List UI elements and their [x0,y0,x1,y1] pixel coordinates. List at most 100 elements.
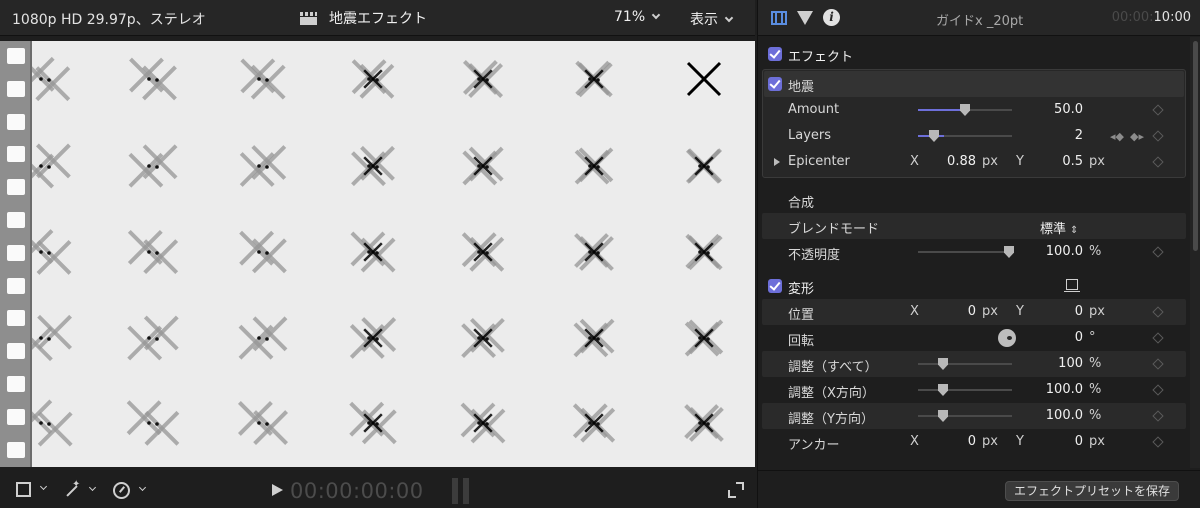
compositing-header[interactable]: 合成 [758,187,1190,213]
scale-y-value[interactable]: 100.0 [1028,408,1083,423]
transform-tool-menu[interactable] [16,482,48,497]
scale-x-value[interactable]: 100.0 [1028,382,1083,397]
scale-y-label: 調整（Y方向） [788,412,874,427]
play-icon[interactable] [272,484,283,496]
keyframe-icon[interactable] [1152,436,1164,448]
anchor-y-unit: px [1089,434,1105,449]
duration-bright: 10:00 [1153,10,1191,25]
guide-x-mark [240,58,286,100]
keyframe-icon[interactable] [1152,384,1164,396]
scale-all-unit: % [1089,356,1102,371]
guide-x-mark [239,145,287,187]
inspector-scrollbar[interactable] [1190,37,1200,468]
clip-duration: 00:00:10:00 [1112,10,1191,25]
viewer: 1080p HD 29.97p、ステレオ 地震エフェクト 71% 表示 ✦ 00… [0,0,755,508]
guide-x-mark [351,59,395,99]
layers-value[interactable]: 2 [1028,128,1083,143]
epicenter-x-value[interactable]: 0.88 [928,154,976,169]
film-hole [7,376,25,392]
amount-slider[interactable] [918,104,1012,116]
scale-y-slider[interactable] [918,410,1012,422]
guide-x-mark [574,233,614,271]
project-title: 地震エフェクト [329,11,427,27]
rotation-dial-icon[interactable] [998,329,1016,347]
transform-onscreen-icon[interactable] [1064,279,1080,292]
viewer-header: 1080p HD 29.97p、ステレオ 地震エフェクト 71% 表示 [0,0,755,36]
scale-all-slider[interactable] [918,358,1012,370]
viewer-canvas[interactable] [0,41,755,467]
guide-x-mark [239,230,287,274]
guide-x-mark [685,148,723,184]
inspector: i ガイドx _20pt 00:00:10:00 エフェクト 地震 Amount… [757,0,1200,508]
save-effects-preset-button[interactable]: エフェクトプリセットを保存 [1004,481,1179,501]
checkbox-icon[interactable] [768,279,782,293]
slider-knob[interactable] [960,104,970,116]
epicenter-y-value[interactable]: 0.5 [1038,154,1083,169]
position-x-value[interactable]: 0 [928,304,976,319]
previous-keyframe-icon[interactable]: ◂◆ [1110,130,1124,143]
video-inspector-icon[interactable] [771,11,787,25]
keyframe-icon[interactable] [1152,104,1164,116]
rotation-unit: ° [1089,330,1096,345]
checkbox-icon[interactable] [768,77,782,91]
slider-knob[interactable] [1004,246,1014,258]
effects-section-header[interactable]: エフェクト [758,41,1190,67]
film-hole [7,212,25,228]
opacity-value[interactable]: 100.0 [1028,244,1083,259]
view-menu[interactable]: 表示 [690,9,734,29]
keyframe-icon[interactable] [1152,156,1164,168]
effect-name: 地震 [788,80,815,95]
view-menu-label: 表示 [690,12,718,28]
guide-x-mark [127,229,179,275]
fullscreen-icon[interactable] [728,482,744,498]
keyframe-icon[interactable] [1152,130,1164,142]
next-section-header-partial [758,462,1190,468]
keyframe-icon[interactable] [1152,332,1164,344]
slider-knob[interactable] [938,384,948,396]
checkbox-icon[interactable] [768,47,782,61]
scrollbar-thumb[interactable] [1193,41,1198,251]
guide-x-mark [573,318,615,358]
opacity-slider[interactable] [918,246,1014,258]
anchor-y-value[interactable]: 0 [1038,434,1083,449]
guide-x-mark [461,232,505,272]
slider-knob[interactable] [929,130,939,142]
speed-tool-menu[interactable] [113,482,147,499]
zoom-menu[interactable]: 71% [614,9,661,25]
guide-x-mark [684,319,724,357]
guide-x-mark [686,61,722,97]
enhance-tool-menu[interactable]: ✦ [62,479,97,498]
film-hole [7,179,25,196]
next-keyframe-icon[interactable]: ◆▸ [1130,130,1144,143]
audio-meter-left [452,478,458,504]
disclosure-triangle-icon[interactable] [774,158,780,166]
scale-all-row: 調整（すべて） 100 % [758,351,1190,377]
rotation-label: 回転 [788,334,815,349]
amount-value[interactable]: 50.0 [1028,102,1083,117]
rotation-value[interactable]: 0 [1038,330,1083,345]
transform-section-header[interactable]: 変形 [758,273,1190,299]
anchor-row: アンカー X 0 px Y 0 px [758,429,1190,455]
blend-mode-popup[interactable]: 標準 ⇕ [1040,218,1100,237]
anchor-x-value[interactable]: 0 [928,434,976,449]
anchor-y-axis: Y [1016,434,1024,449]
position-x-unit: px [982,304,998,319]
scale-x-unit: % [1089,382,1102,397]
blend-mode-value: 標準 [1040,222,1067,237]
filter-icon[interactable] [797,11,813,25]
info-icon[interactable]: i [823,9,840,26]
position-row: 位置 X 0 px Y 0 px [758,299,1190,325]
position-y-value[interactable]: 0 [1038,304,1083,319]
scale-x-slider[interactable] [918,384,1012,396]
guide-x-mark [351,145,395,187]
scale-y-unit: % [1089,408,1102,423]
viewer-title: 地震エフェクト [300,8,427,28]
earthquake-effect-header[interactable]: 地震 [758,71,1190,97]
guide-x-mark [572,403,616,443]
keyframe-icon[interactable] [1152,246,1164,258]
scale-all-value[interactable]: 100 [1028,356,1083,371]
film-hole [7,310,25,327]
layers-slider[interactable] [918,130,1012,142]
timecode[interactable]: 00:00:00:00 [290,479,424,503]
guide-x-mark [460,402,506,444]
